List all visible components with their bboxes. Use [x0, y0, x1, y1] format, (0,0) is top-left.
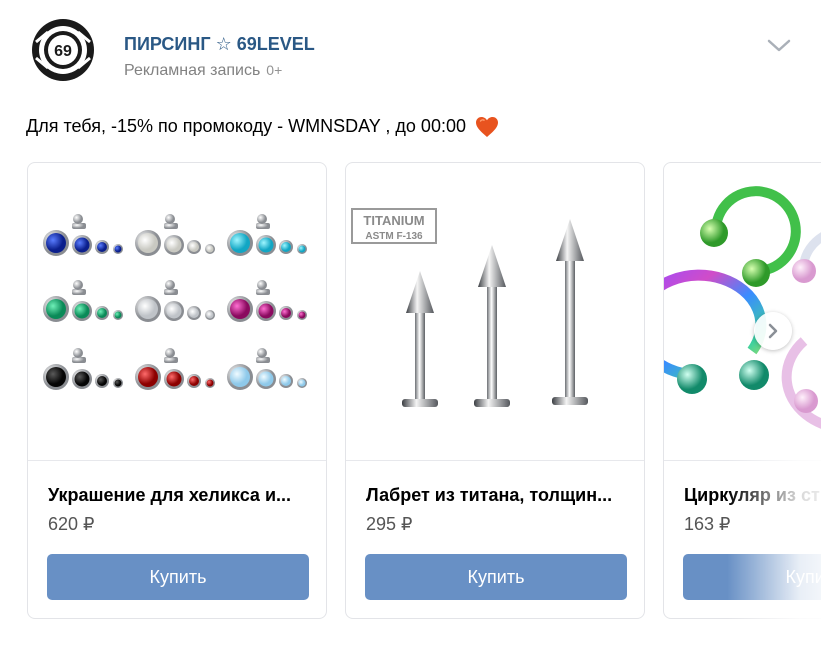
heart-icon [476, 117, 498, 138]
chevron-down-icon[interactable] [766, 38, 792, 54]
buy-button[interactable]: Купить [365, 554, 627, 600]
product-price: 163 ₽ [684, 514, 731, 534]
post-text: Для тебя, -15% по промокоду - WMNSDAY , … [26, 116, 499, 138]
ad-label: Рекламная запись [124, 62, 261, 79]
author-name[interactable]: ПИРСИНГ ☆ 69LEVEL [124, 34, 315, 55]
badge-line-1: TITANIUM [363, 213, 424, 228]
product-image[interactable] [664, 163, 821, 461]
earring-set-illustration [43, 214, 307, 390]
product-image[interactable]: TITANIUM ASTM F-136 [346, 163, 644, 461]
post-meta: Рекламная запись 0+ [124, 62, 282, 80]
avatar-logo-text: 69 [54, 43, 72, 60]
product-price: 295 ₽ [366, 514, 413, 534]
labret-illustration [402, 219, 588, 407]
post-header: 69 ПИРСИНГ ☆ 69LEVEL Рекламная запись 0+ [26, 18, 806, 88]
product-title[interactable]: Лабрет из титана, толщин... [366, 485, 628, 506]
carousel-next-button[interactable] [754, 312, 792, 350]
carousel-fade-overlay [727, 442, 821, 620]
product-title[interactable]: Украшение для хеликса и... [48, 485, 310, 506]
avatar[interactable]: 69 [26, 18, 100, 82]
product-image[interactable] [28, 163, 326, 461]
product-carousel[interactable]: Украшение для хеликса и... 620 ₽ Купить … [27, 162, 821, 620]
chevron-right-icon [768, 323, 778, 339]
product-card[interactable]: Украшение для хеликса и... 620 ₽ Купить [27, 162, 327, 619]
buy-button[interactable]: Купить [47, 554, 309, 600]
badge-line-2: ASTM F-136 [365, 231, 423, 242]
age-rating: 0+ [266, 62, 283, 78]
post-text-content: Для тебя, -15% по промокоду - WMNSDAY , … [26, 116, 466, 136]
circular-barbell-illustration [664, 186, 821, 429]
product-price: 620 ₽ [48, 514, 95, 534]
product-card[interactable]: TITANIUM ASTM F-136 Лабрет из титана, то… [345, 162, 645, 619]
